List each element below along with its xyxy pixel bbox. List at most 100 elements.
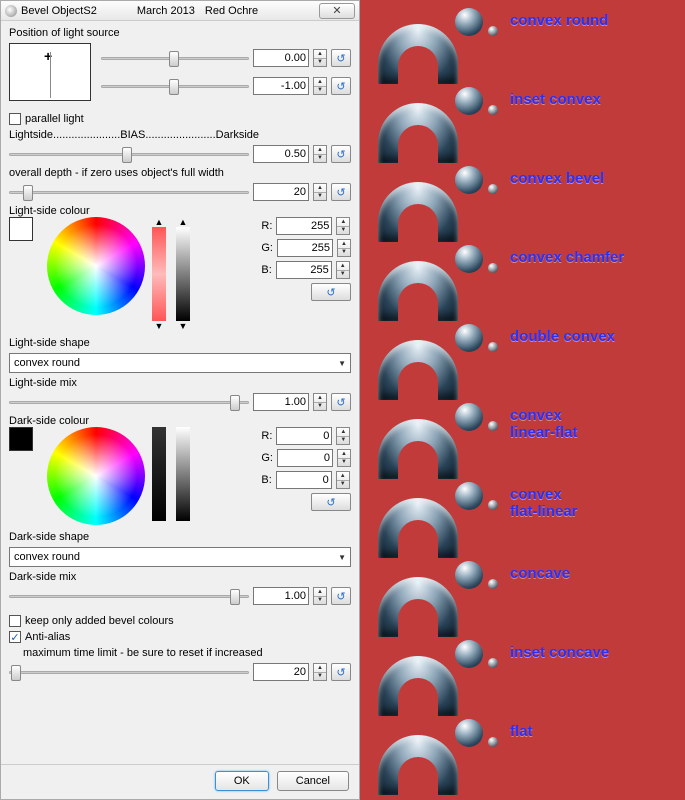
spinner-light-mix[interactable]: ▲▼ bbox=[313, 393, 327, 411]
preview-dot bbox=[488, 421, 498, 431]
input-light-r[interactable]: 255 bbox=[276, 217, 332, 235]
light-position-pad[interactable]: + bbox=[9, 43, 91, 101]
spinner-light-x[interactable]: ▲▼ bbox=[313, 49, 327, 67]
swatch-lightside[interactable] bbox=[9, 217, 33, 241]
label-darkside-shape: Dark-side shape bbox=[9, 531, 351, 543]
reset-dark-mix[interactable]: ↺ bbox=[331, 587, 351, 605]
preview-label: convex linear-flat bbox=[510, 407, 578, 441]
swatch-darkside[interactable] bbox=[9, 427, 33, 451]
input-depth[interactable]: 20 bbox=[253, 183, 309, 201]
spinner-light-y[interactable]: ▲▼ bbox=[313, 77, 327, 95]
spinner-depth[interactable]: ▲▼ bbox=[313, 183, 327, 201]
light-vector-line bbox=[50, 52, 51, 98]
sat-bar-darkside[interactable] bbox=[152, 427, 166, 521]
checkbox-keep-colours[interactable] bbox=[9, 615, 21, 627]
reset-light-y[interactable]: ↺ bbox=[331, 77, 351, 95]
slider-depth[interactable] bbox=[9, 183, 249, 201]
spinner-dark-mix[interactable]: ▲▼ bbox=[313, 587, 327, 605]
reset-bias[interactable]: ↺ bbox=[331, 145, 351, 163]
preview-arch bbox=[378, 419, 458, 479]
label-light-position: Position of light source bbox=[9, 27, 351, 39]
hue-bar-lightside[interactable] bbox=[152, 227, 166, 321]
input-dark-g[interactable]: 0 bbox=[277, 449, 333, 467]
slider-light-mix[interactable] bbox=[9, 393, 249, 411]
reset-icon: ↺ bbox=[336, 148, 345, 161]
preview-ball bbox=[455, 640, 483, 668]
input-light-b[interactable]: 255 bbox=[276, 261, 332, 279]
colorwheel-lightside[interactable] bbox=[47, 217, 145, 315]
title-date: March 2013 bbox=[137, 5, 195, 17]
preview-dot bbox=[488, 342, 498, 352]
preview-arch bbox=[378, 103, 458, 163]
reset-icon: ↺ bbox=[336, 396, 345, 409]
checkbox-antialias[interactable]: ✓ bbox=[9, 631, 21, 643]
checkbox-parallel-light[interactable] bbox=[9, 113, 21, 125]
preview-ball bbox=[455, 719, 483, 747]
slider-light-y[interactable] bbox=[101, 77, 249, 95]
preview-panel: convex roundinset convexconvex bevelconv… bbox=[360, 0, 685, 800]
reset-icon: ↺ bbox=[336, 590, 345, 603]
input-dark-mix[interactable]: 1.00 bbox=[253, 587, 309, 605]
value-bar-lightside[interactable] bbox=[176, 227, 190, 321]
input-light-g[interactable]: 255 bbox=[277, 239, 333, 257]
reset-light-colour[interactable]: ↺ bbox=[311, 283, 351, 301]
slider-dark-mix[interactable] bbox=[9, 587, 249, 605]
input-light-y[interactable]: -1.00 bbox=[253, 77, 309, 95]
preview-label: convex chamfer bbox=[510, 249, 624, 266]
label-antialias: Anti-alias bbox=[25, 631, 70, 643]
app-icon bbox=[5, 5, 17, 17]
slider-bias[interactable] bbox=[9, 145, 249, 163]
input-dark-b[interactable]: 0 bbox=[276, 471, 332, 489]
reset-icon: ↺ bbox=[336, 52, 345, 65]
reset-light-mix[interactable]: ↺ bbox=[331, 393, 351, 411]
preview-arch bbox=[378, 261, 458, 321]
preview-arch bbox=[378, 735, 458, 795]
reset-depth[interactable]: ↺ bbox=[331, 183, 351, 201]
label-lightside-shape: Light-side shape bbox=[9, 337, 351, 349]
label-b: B: bbox=[261, 474, 271, 486]
preview-ball bbox=[455, 324, 483, 352]
preview-dot bbox=[488, 737, 498, 747]
reset-light-x[interactable]: ↺ bbox=[331, 49, 351, 67]
spinner-bias[interactable]: ▲▼ bbox=[313, 145, 327, 163]
close-button[interactable]: ✕ bbox=[319, 3, 355, 19]
cancel-button[interactable]: Cancel bbox=[277, 771, 349, 791]
preview-dot bbox=[488, 26, 498, 36]
reset-timelimit[interactable]: ↺ bbox=[331, 663, 351, 681]
spinner-light-g[interactable]: ▲▼ bbox=[337, 239, 351, 257]
titlebar[interactable]: Bevel ObjectS2 March 2013 Red Ochre ✕ bbox=[1, 1, 359, 21]
input-light-mix[interactable]: 1.00 bbox=[253, 393, 309, 411]
arrow-up-icon: ▲ bbox=[155, 217, 164, 227]
spinner-dark-g[interactable]: ▲▼ bbox=[337, 449, 351, 467]
preview-arch bbox=[378, 24, 458, 84]
input-timelimit[interactable]: 20 bbox=[253, 663, 309, 681]
slider-light-x[interactable] bbox=[101, 49, 249, 67]
spinner-light-b[interactable]: ▲▼ bbox=[336, 261, 350, 279]
preview-dot bbox=[488, 105, 498, 115]
colorwheel-darkside[interactable] bbox=[47, 427, 145, 525]
reset-dark-colour[interactable]: ↺ bbox=[311, 493, 351, 511]
value-bar-darkside[interactable] bbox=[176, 427, 190, 521]
reset-icon: ↺ bbox=[336, 186, 345, 199]
spinner-dark-r[interactable]: ▲▼ bbox=[336, 427, 350, 445]
preview-ball bbox=[455, 403, 483, 431]
ok-button[interactable]: OK bbox=[215, 771, 269, 791]
label-parallel-light: parallel light bbox=[25, 113, 84, 125]
preview-label: convex round bbox=[510, 12, 608, 29]
slider-timelimit[interactable] bbox=[9, 663, 249, 681]
preview-label: double convex bbox=[510, 328, 615, 345]
dropdown-lightside-shape[interactable]: convex round bbox=[9, 353, 351, 373]
input-light-x[interactable]: 0.00 bbox=[253, 49, 309, 67]
dropdown-darkside-shape[interactable]: convex round bbox=[9, 547, 351, 567]
preview-label: concave bbox=[510, 565, 570, 582]
input-dark-r[interactable]: 0 bbox=[276, 427, 332, 445]
spinner-timelimit[interactable]: ▲▼ bbox=[313, 663, 327, 681]
label-g: G: bbox=[261, 242, 273, 254]
reset-icon: ↺ bbox=[326, 496, 335, 509]
input-bias[interactable]: 0.50 bbox=[253, 145, 309, 163]
label-r: R: bbox=[261, 430, 272, 442]
preview-arch bbox=[378, 498, 458, 558]
arrow-up-icon: ▲ bbox=[179, 217, 188, 227]
spinner-dark-b[interactable]: ▲▼ bbox=[336, 471, 350, 489]
spinner-light-r[interactable]: ▲▼ bbox=[336, 217, 350, 235]
